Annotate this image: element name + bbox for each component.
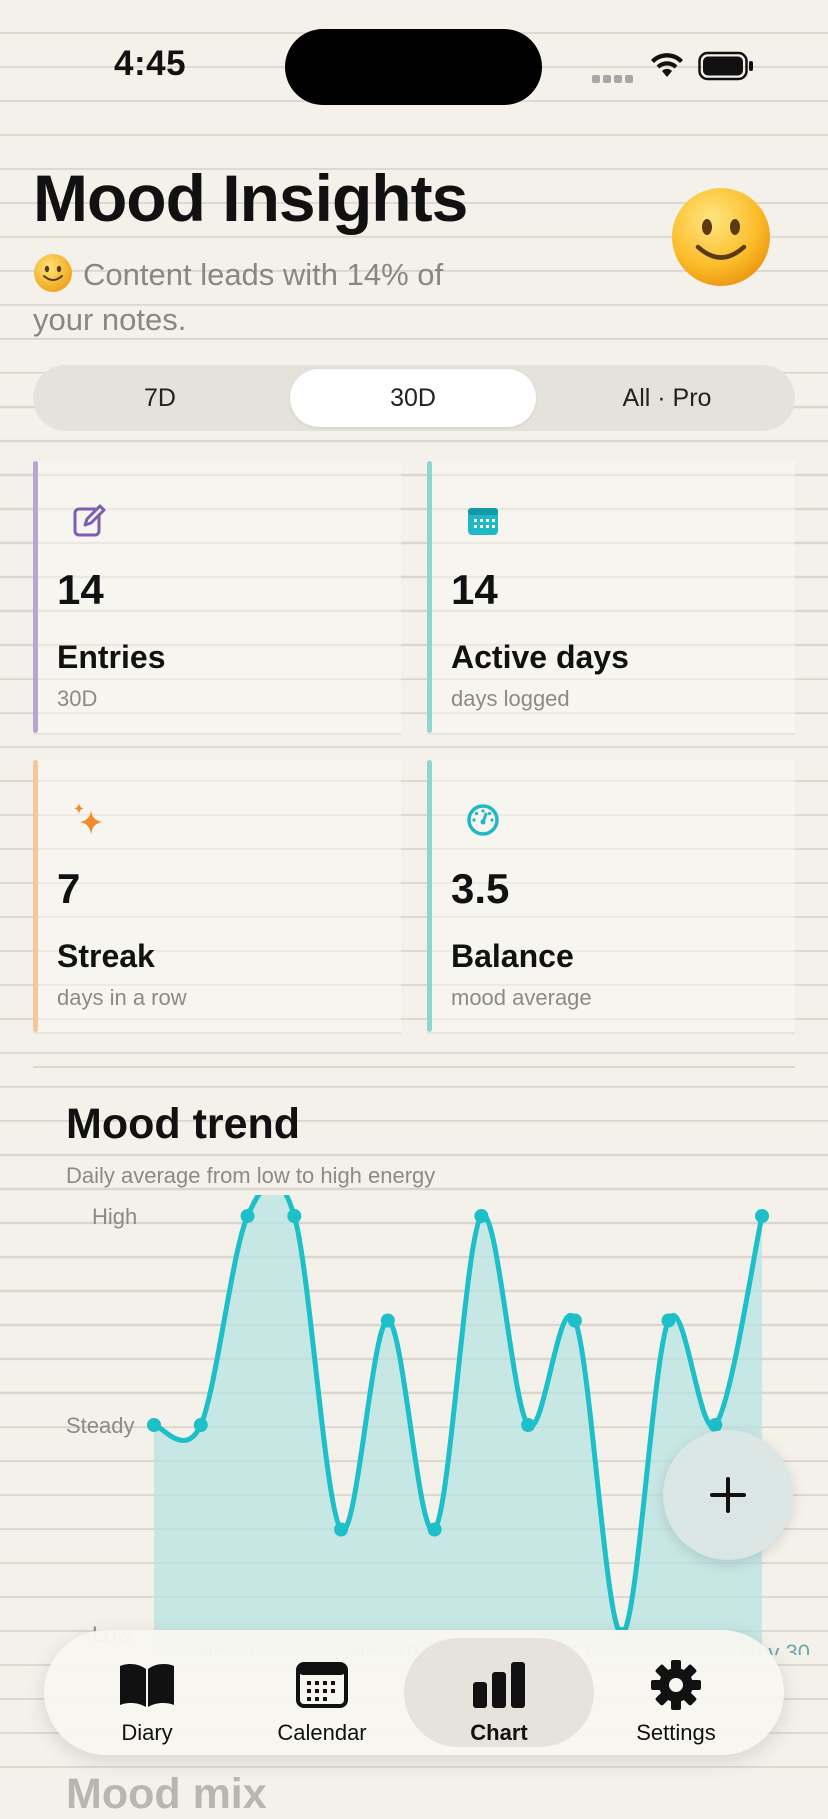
stat-label: Active days bbox=[451, 639, 629, 675]
stat-caption: days logged bbox=[451, 686, 570, 711]
battery-icon bbox=[698, 51, 754, 81]
range-tab-7d[interactable]: 7D bbox=[37, 369, 283, 427]
trend-area-fill bbox=[154, 1195, 762, 1655]
stat-label: Entries bbox=[57, 639, 166, 675]
section-title-mood-mix: Mood mix bbox=[66, 1770, 267, 1818]
slightly-smiling-face-icon bbox=[672, 188, 770, 286]
tab-label: Settings bbox=[636, 1720, 716, 1745]
wifi-icon bbox=[650, 51, 684, 79]
data-point bbox=[380, 1313, 395, 1328]
card-accent-bar bbox=[427, 461, 432, 733]
section-divider bbox=[33, 1066, 795, 1068]
chart-subtitle: Daily average from low to high energy bbox=[66, 1163, 436, 1188]
data-point bbox=[334, 1522, 349, 1537]
y-level-label: Steady bbox=[66, 1413, 135, 1438]
tab-label: Chart bbox=[470, 1720, 528, 1745]
data-point bbox=[240, 1209, 255, 1223]
card-accent-bar bbox=[427, 760, 432, 1032]
gauge-icon bbox=[467, 804, 499, 836]
stat-value: 3.5 bbox=[451, 865, 510, 912]
stat-card-entries: 14 Entries 30D bbox=[33, 461, 401, 735]
stat-caption: mood average bbox=[451, 985, 592, 1010]
card-accent-bar bbox=[33, 760, 38, 1032]
data-point bbox=[427, 1522, 442, 1537]
stat-caption: days in a row bbox=[57, 985, 187, 1010]
data-point bbox=[521, 1418, 536, 1432]
dynamic-island bbox=[285, 29, 542, 105]
calendar-icon bbox=[468, 508, 498, 535]
stat-label: Balance bbox=[451, 938, 574, 974]
tab-diary[interactable]: Diary bbox=[52, 1638, 242, 1747]
data-point bbox=[567, 1313, 582, 1328]
card-accent-bar bbox=[33, 461, 38, 733]
page-title: Mood Insights bbox=[33, 161, 468, 235]
tab-settings[interactable]: Settings bbox=[581, 1638, 771, 1747]
mood-trend-chart: HighSteadyLowNov 3Nov 10Nov 17Nov 30 bbox=[66, 1195, 810, 1655]
time-range-selector: 7D 30D All · Pro bbox=[33, 365, 795, 431]
calendar-icon bbox=[296, 1662, 348, 1708]
tab-bar: Diary Calendar Chart Settings bbox=[44, 1630, 784, 1755]
tab-calendar[interactable]: Calendar bbox=[227, 1638, 417, 1747]
status-time: 4:45 bbox=[114, 44, 187, 83]
tab-chart[interactable]: Chart bbox=[404, 1638, 594, 1747]
tab-label: Calendar bbox=[277, 1720, 367, 1745]
range-tab-30d[interactable]: 30D bbox=[290, 369, 536, 427]
bar-chart-icon bbox=[473, 1662, 525, 1708]
edit-icon bbox=[73, 504, 106, 537]
data-point bbox=[287, 1209, 302, 1223]
cellular-signal-icon bbox=[592, 70, 636, 83]
book-icon bbox=[120, 1664, 174, 1707]
plus-icon bbox=[710, 1477, 746, 1513]
stat-value: 7 bbox=[57, 865, 81, 912]
insight-summary-text: Content leads with 14% of your notes. bbox=[33, 257, 444, 337]
data-point bbox=[661, 1313, 676, 1328]
data-point bbox=[193, 1418, 208, 1432]
add-entry-button[interactable] bbox=[663, 1430, 793, 1560]
data-point bbox=[474, 1209, 489, 1223]
tab-label: Diary bbox=[121, 1720, 173, 1745]
data-point bbox=[147, 1418, 161, 1432]
gear-icon bbox=[651, 1660, 701, 1710]
sparkle-icon bbox=[74, 803, 103, 835]
y-level-label: High bbox=[92, 1204, 137, 1229]
stat-card-balance: 3.5 Balance mood average bbox=[427, 760, 795, 1034]
slightly-smiling-face-icon bbox=[34, 254, 72, 292]
stat-label: Streak bbox=[57, 938, 155, 974]
chart-title: Mood trend bbox=[66, 1100, 301, 1148]
stat-card-active-days: 14 Active days days logged bbox=[427, 461, 795, 735]
range-tab-all-pro[interactable]: All · Pro bbox=[543, 369, 791, 427]
data-point bbox=[755, 1209, 769, 1223]
stat-value: 14 bbox=[451, 566, 498, 613]
stat-caption: 30D bbox=[57, 686, 98, 711]
stat-value: 14 bbox=[57, 566, 104, 613]
insight-summary: Content leads with 14% of your notes. bbox=[33, 252, 503, 342]
stat-card-streak: 7 Streak days in a row bbox=[33, 760, 401, 1034]
